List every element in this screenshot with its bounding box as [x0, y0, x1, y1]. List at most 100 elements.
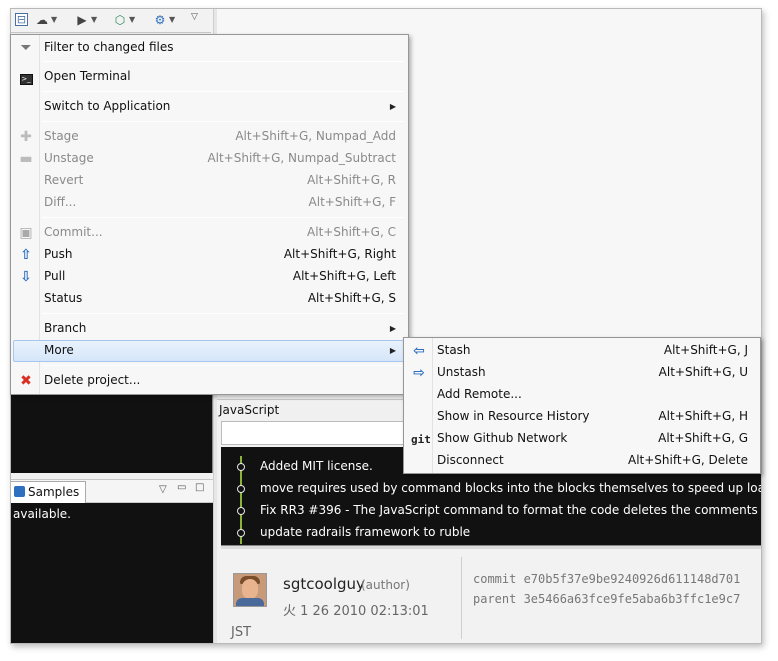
menu-item-open-terminal[interactable]: >_ Open Terminal — [13, 66, 406, 88]
menu-item-revert[interactable]: Revert Alt+Shift+G, R — [13, 170, 406, 192]
menu-item-label: Pull — [44, 269, 66, 283]
menu-item-filter[interactable]: ⏷ Filter to changed files — [13, 37, 406, 59]
menu-item-github-network[interactable]: git Show Github Network Alt+Shift+G, G — [406, 428, 758, 450]
author-name: sgtcoolguy — [283, 575, 365, 593]
parent-hash[interactable]: parent 3e5466a63fce9fe5aba6b3ffc1e9c7 — [473, 589, 740, 609]
submenu-arrow-icon: ▶ — [389, 346, 396, 355]
menu-item-label: Branch — [44, 321, 87, 335]
project-explorer-bottom — [11, 393, 213, 473]
view-menu-icon[interactable]: ▽ — [159, 484, 167, 495]
menu-item-shortcut: Alt+Shift+G, Delete — [628, 453, 748, 467]
menu-item-diff[interactable]: Diff... Alt+Shift+G, F — [13, 192, 406, 214]
commit-row[interactable]: Fix RR3 #396 - The JavaScript command to… — [221, 500, 761, 522]
gear-icon[interactable]: ⚙ — [153, 13, 167, 27]
menu-item-status[interactable]: Status Alt+Shift+G, S — [13, 288, 406, 310]
menu-separator — [42, 61, 404, 62]
arrow-left-icon: ⇦ — [413, 343, 425, 359]
menu-item-label: Show Github Network — [437, 431, 568, 445]
menu-item-shortcut: Alt+Shift+G, U — [658, 365, 748, 379]
commit-node — [237, 507, 245, 515]
menu-item-stash[interactable]: ⇦ Stash Alt+Shift+G, J — [406, 340, 758, 362]
chevron-down-icon[interactable]: ▼ — [169, 15, 175, 24]
menu-item-commit[interactable]: ▣ Commit... Alt+Shift+G, C — [13, 222, 406, 244]
samples-tabbar: Samples ▽ ▭ □ — [11, 479, 213, 503]
menu-item-resource-history[interactable]: Show in Resource History Alt+Shift+G, H — [406, 406, 758, 428]
menu-item-label: Open Terminal — [44, 69, 131, 83]
submenu-arrow-icon: ▶ — [389, 102, 396, 111]
menu-item-shortcut: Alt+Shift+G, F — [308, 195, 396, 209]
menu-item-branch[interactable]: Branch ▶ — [13, 318, 406, 340]
menu-item-label: Add Remote... — [437, 387, 522, 401]
chevron-down-icon[interactable]: ▼ — [91, 15, 97, 24]
commit-row[interactable]: update radrails framework to ruble — [221, 522, 761, 544]
maximize-icon[interactable]: □ — [195, 482, 204, 493]
submenu-arrow-icon: ▶ — [389, 324, 396, 333]
commit-hash: commit e70b5f37e9be9240926d611148d701 — [473, 572, 741, 586]
menu-item-label: Status — [44, 291, 83, 305]
menu-item-pull[interactable]: ⇩ Pull Alt+Shift+G, Left — [13, 266, 406, 288]
deploy-cube-icon[interactable]: ⬡ — [113, 13, 127, 27]
menu-separator — [42, 365, 404, 366]
chevron-down-icon[interactable]: ▼ — [129, 15, 135, 24]
menu-item-stage[interactable]: ✚ Stage Alt+Shift+G, Numpad_Add — [13, 126, 406, 148]
arrow-down-icon: ⇩ — [20, 269, 32, 285]
commit-meta: commit e70b5f37e9be9240926d611148d701 pa… — [473, 569, 740, 609]
commit-message: move requires used by command blocks int… — [260, 481, 762, 495]
plus-icon: ✚ — [20, 129, 32, 145]
menu-item-switch-application[interactable]: Switch to Application ▶ — [13, 96, 406, 118]
menu-item-shortcut: Alt+Shift+G, J — [663, 343, 748, 357]
menu-item-shortcut: Alt+Shift+G, H — [658, 409, 748, 423]
author-role: (author) — [361, 578, 410, 592]
git-actions-icon[interactable]: ☁ — [35, 13, 49, 27]
menu-item-more[interactable]: More ▶ — [13, 340, 406, 362]
run-icon[interactable]: ▶ — [75, 13, 89, 27]
terminal-icon: >_ — [19, 74, 33, 85]
menu-item-unstash[interactable]: ⇨ Unstash Alt+Shift+G, U — [406, 362, 758, 384]
menu-item-shortcut: Alt+Shift+G, R — [307, 173, 396, 187]
commit-row[interactable]: move requires used by command blocks int… — [221, 478, 762, 500]
history-search-input[interactable] — [221, 421, 421, 445]
context-menu: ⏷ Filter to changed files >_ Open Termin… — [10, 34, 409, 395]
menu-item-shortcut: Alt+Shift+G, Right — [283, 247, 396, 261]
menu-item-shortcut: Alt+Shift+G, C — [307, 225, 396, 239]
minimize-icon[interactable]: ▭ — [177, 482, 186, 493]
menu-item-push[interactable]: ⇧ Push Alt+Shift+G, Right — [13, 244, 406, 266]
red-x-icon: ✖ — [20, 373, 32, 389]
details-divider — [461, 557, 462, 639]
menu-item-label: Disconnect — [437, 453, 504, 467]
menu-item-label: Unstage — [44, 151, 94, 165]
funnel-icon: ⏷ — [20, 40, 32, 56]
menu-item-delete-project[interactable]: ✖ Delete project... — [13, 370, 406, 392]
disk-icon: ▣ — [19, 225, 33, 241]
menu-item-label: Commit... — [44, 225, 103, 239]
commit-node — [237, 485, 245, 493]
commit-message: Added MIT license. — [260, 459, 373, 473]
menu-separator — [42, 121, 404, 122]
menu-item-label: Diff... — [44, 195, 77, 209]
samples-view: available. — [11, 503, 213, 643]
menu-item-label: Switch to Application — [44, 99, 171, 113]
avatar-face — [242, 579, 258, 599]
view-menu-icon[interactable]: ▽ — [191, 12, 198, 22]
collapse-all-icon[interactable]: ⊟ — [15, 13, 28, 26]
avatar-shirt — [236, 598, 264, 606]
commit-timezone: JST — [231, 625, 252, 640]
samples-icon — [14, 486, 25, 497]
menu-item-label: Show in Resource History — [437, 409, 590, 423]
menu-separator — [42, 217, 404, 218]
tab-samples[interactable]: Samples — [11, 481, 87, 503]
menu-item-label: Unstash — [437, 365, 486, 379]
menu-separator — [42, 91, 404, 92]
chevron-down-icon[interactable]: ▼ — [51, 15, 57, 24]
menu-item-add-remote[interactable]: Add Remote... — [406, 384, 758, 406]
commit-message: update radrails framework to ruble — [260, 525, 471, 539]
commit-date: 火 1 26 2010 02:13:01 — [283, 604, 429, 619]
menu-item-label: Revert — [44, 173, 84, 187]
commit-node — [237, 529, 245, 537]
menu-item-label: Filter to changed files — [44, 40, 174, 54]
menu-item-label: More — [44, 343, 74, 357]
menu-item-disconnect[interactable]: Disconnect Alt+Shift+G, Delete — [406, 450, 758, 472]
git-icon: git — [411, 433, 431, 446]
arrow-up-icon: ⇧ — [20, 247, 32, 263]
menu-item-unstage[interactable]: ▬ Unstage Alt+Shift+G, Numpad_Subtract — [13, 148, 406, 170]
